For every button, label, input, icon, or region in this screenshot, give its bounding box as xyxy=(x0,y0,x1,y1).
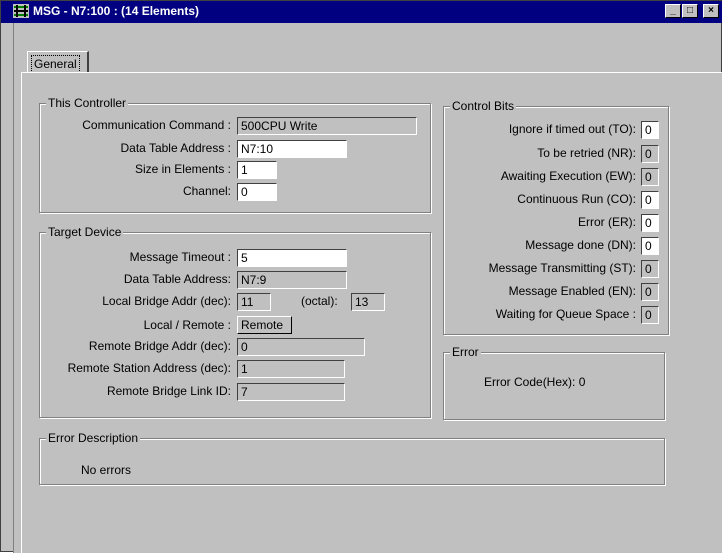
bit-queue-field[interactable]: 0 xyxy=(641,306,659,324)
control-bits-legend: Control Bits xyxy=(450,99,517,113)
bit-to-input[interactable]: 0 xyxy=(641,121,659,139)
remote-station-address-field[interactable]: 1 xyxy=(237,360,345,378)
error-code: Error Code(Hex): 0 xyxy=(484,375,586,389)
bit-ew-label: Awaiting Execution (EW): xyxy=(500,169,636,183)
bit-st-field[interactable]: 0 xyxy=(641,260,659,278)
bit-co-input[interactable]: 0 xyxy=(641,191,659,209)
error-description-legend: Error Description xyxy=(46,431,141,445)
local-bridge-addr-label: Local Bridge Addr (dec): xyxy=(102,294,231,308)
target-data-table-address-label: Data Table Address: xyxy=(123,272,231,286)
target-device-group: Target Device xyxy=(39,225,431,418)
tab-general-label: General xyxy=(31,55,80,73)
channel-input[interactable]: 0 xyxy=(237,183,277,201)
remote-bridge-link-id-label: Remote Bridge Link ID: xyxy=(106,384,231,398)
local-remote-selector[interactable]: Remote xyxy=(237,316,292,334)
msg-window: MSG - N7:100 : (14 Elements) _ □ × Gener… xyxy=(0,0,722,553)
ladder-app-icon xyxy=(13,4,29,18)
message-timeout-input[interactable]: 5 xyxy=(237,249,347,267)
remote-station-address-label: Remote Station Address (dec): xyxy=(67,361,231,375)
close-button[interactable]: × xyxy=(703,4,719,18)
message-timeout-label: Message Timeout : xyxy=(129,250,231,264)
error-legend: Error xyxy=(450,345,481,359)
local-bridge-addr-field[interactable]: 11 xyxy=(237,293,271,311)
error-description-group: Error Description xyxy=(39,431,665,485)
bit-nr-label: To be retried (NR): xyxy=(537,146,636,160)
this-controller-legend: This Controller xyxy=(46,96,129,110)
communication-command-label: Communication Command : xyxy=(82,118,231,132)
bit-co-label: Continuous Run (CO): xyxy=(517,192,636,206)
data-table-address-input[interactable]: N7:10 xyxy=(237,140,347,158)
channel-label: Channel: xyxy=(182,184,231,198)
octal-field[interactable]: 13 xyxy=(351,293,385,311)
size-in-elements-label: Size in Elements : xyxy=(134,162,231,176)
bit-to-label: Ignore if timed out (TO): xyxy=(508,122,636,136)
minimize-button[interactable]: _ xyxy=(665,4,681,18)
target-device-legend: Target Device xyxy=(46,225,124,239)
communication-command-field[interactable]: 500CPU Write xyxy=(237,117,417,135)
bit-en-label: Message Enabled (EN): xyxy=(508,284,636,298)
remote-bridge-addr-label: Remote Bridge Addr (dec): xyxy=(88,339,231,353)
bit-nr-field[interactable]: 0 xyxy=(641,145,659,163)
octal-label: (octal): xyxy=(301,294,338,308)
data-table-address-label: Data Table Address : xyxy=(120,141,231,155)
bit-st-label: Message Transmitting (ST): xyxy=(488,261,636,275)
remote-bridge-link-id-field[interactable]: 7 xyxy=(237,383,345,401)
tab-general[interactable]: General xyxy=(27,51,89,73)
bit-er-label: Error (ER): xyxy=(578,215,636,229)
error-description-text: No errors xyxy=(81,463,132,477)
bit-er-input[interactable]: 0 xyxy=(641,214,659,232)
bit-en-field[interactable]: 0 xyxy=(641,283,659,301)
bit-dn-label: Message done (DN): xyxy=(525,238,636,252)
bit-dn-input[interactable]: 0 xyxy=(641,237,659,255)
size-in-elements-input[interactable]: 1 xyxy=(237,161,277,179)
window-title: MSG - N7:100 : (14 Elements) xyxy=(33,4,200,18)
local-remote-label: Local / Remote : xyxy=(143,318,231,332)
maximize-button[interactable]: □ xyxy=(682,4,698,18)
remote-bridge-addr-field[interactable]: 0 xyxy=(237,338,365,356)
bit-ew-field[interactable]: 0 xyxy=(641,168,659,186)
target-data-table-address-field[interactable]: N7:9 xyxy=(237,271,347,289)
title-bar[interactable]: MSG - N7:100 : (14 Elements) _ □ × xyxy=(1,1,722,23)
bit-queue-label: Waiting for Queue Space : xyxy=(495,307,636,321)
